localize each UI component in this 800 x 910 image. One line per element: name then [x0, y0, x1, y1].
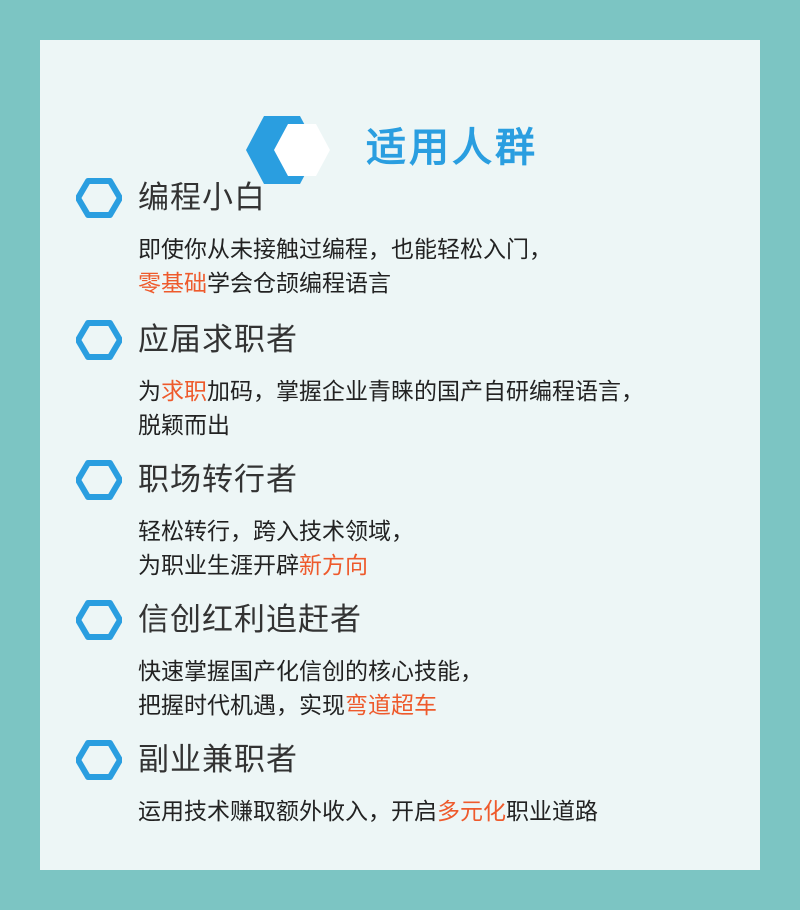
section-title: 应届求职者: [138, 322, 298, 358]
hexagon-logo-icon: [246, 116, 330, 184]
hexagon-icon: [76, 178, 122, 218]
hexagon-icon: [76, 740, 122, 780]
section-description: 轻松转行，跨入技术领域， 为职业生涯开辟新方向: [138, 519, 414, 579]
section-title: 编程小白: [138, 180, 266, 216]
section-title: 信创红利追赶者: [138, 602, 362, 638]
section-title: 职场转行者: [138, 462, 298, 498]
section-description: 快速掌握国产化信创的核心技能， 把握时代机遇，实现弯道超车: [138, 659, 483, 719]
content-card: 适用人群 编程小白 即使你从未接触过编程，也能轻松入门， 零基础学会仓颉编程语言…: [40, 40, 760, 870]
header: 适用人群: [40, 112, 760, 188]
section-description: 即使你从未接触过编程，也能轻松入门， 零基础学会仓颉编程语言: [138, 237, 552, 297]
section-title: 副业兼职者: [138, 742, 298, 778]
hexagon-icon: [76, 320, 122, 360]
section-description: 为求职加码，掌握企业青睐的国产自研编程语言， 脱颖而出: [138, 379, 644, 439]
section-description: 运用技术赚取额外收入，开启多元化职业道路: [138, 799, 598, 825]
hexagon-icon: [76, 460, 122, 500]
hexagon-icon: [76, 600, 122, 640]
page-title: 适用人群: [366, 125, 538, 171]
